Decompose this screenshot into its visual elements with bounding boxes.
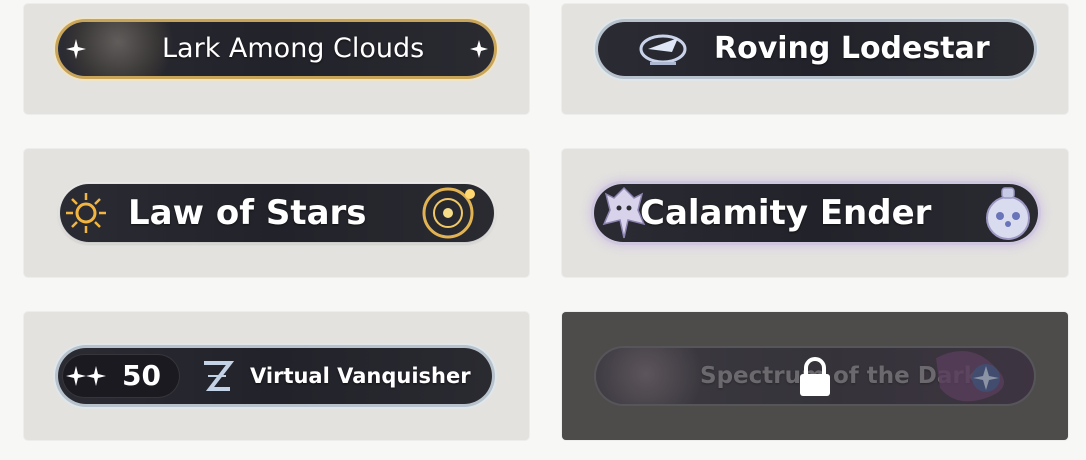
title-plate: Lark Among Clouds xyxy=(58,22,494,76)
sparkle-icon xyxy=(470,40,488,58)
title-label: Spectrum of the Dark xyxy=(700,363,979,389)
title-label: Virtual Vanquisher xyxy=(250,364,471,388)
title-card-calamity-ender[interactable]: Calamity Ender xyxy=(562,149,1068,277)
lock-icon xyxy=(800,357,830,396)
crystal-emblem-icon xyxy=(936,350,1004,402)
orbit-icon xyxy=(422,187,475,239)
title-label: Lark Among Clouds xyxy=(162,33,425,64)
sun-icon xyxy=(66,193,106,233)
title-label: Roving Lodestar xyxy=(714,31,990,66)
lodestar-emblem-icon xyxy=(639,34,687,65)
title-card-roving-lodestar[interactable]: Roving Lodestar xyxy=(562,4,1068,114)
sparkle-icon xyxy=(66,366,106,386)
character-portrait xyxy=(596,348,706,404)
title-plate: Calamity Ender xyxy=(594,184,1038,242)
title-card-virtual-vanquisher[interactable]: 50 Virtual Vanquisher xyxy=(24,312,529,440)
title-label: Calamity Ender xyxy=(640,193,932,233)
sparkle-icon xyxy=(66,39,86,59)
level-value: 50 xyxy=(122,359,161,392)
title-plate: Law of Stars xyxy=(60,184,494,242)
z-logo-icon xyxy=(204,361,234,391)
title-plate: Roving Lodestar xyxy=(598,22,1034,76)
title-card-lark-among-clouds[interactable]: Lark Among Clouds xyxy=(24,4,529,114)
title-label: Law of Stars xyxy=(128,193,367,233)
title-card-law-of-stars[interactable]: Law of Stars xyxy=(24,149,529,277)
title-plate: 50 Virtual Vanquisher xyxy=(58,348,492,404)
title-card-spectrum-of-the-dark[interactable]: Spectrum of the Dark xyxy=(562,312,1068,440)
level-badge: 50 xyxy=(62,354,180,398)
bottle-icon xyxy=(986,187,1030,240)
